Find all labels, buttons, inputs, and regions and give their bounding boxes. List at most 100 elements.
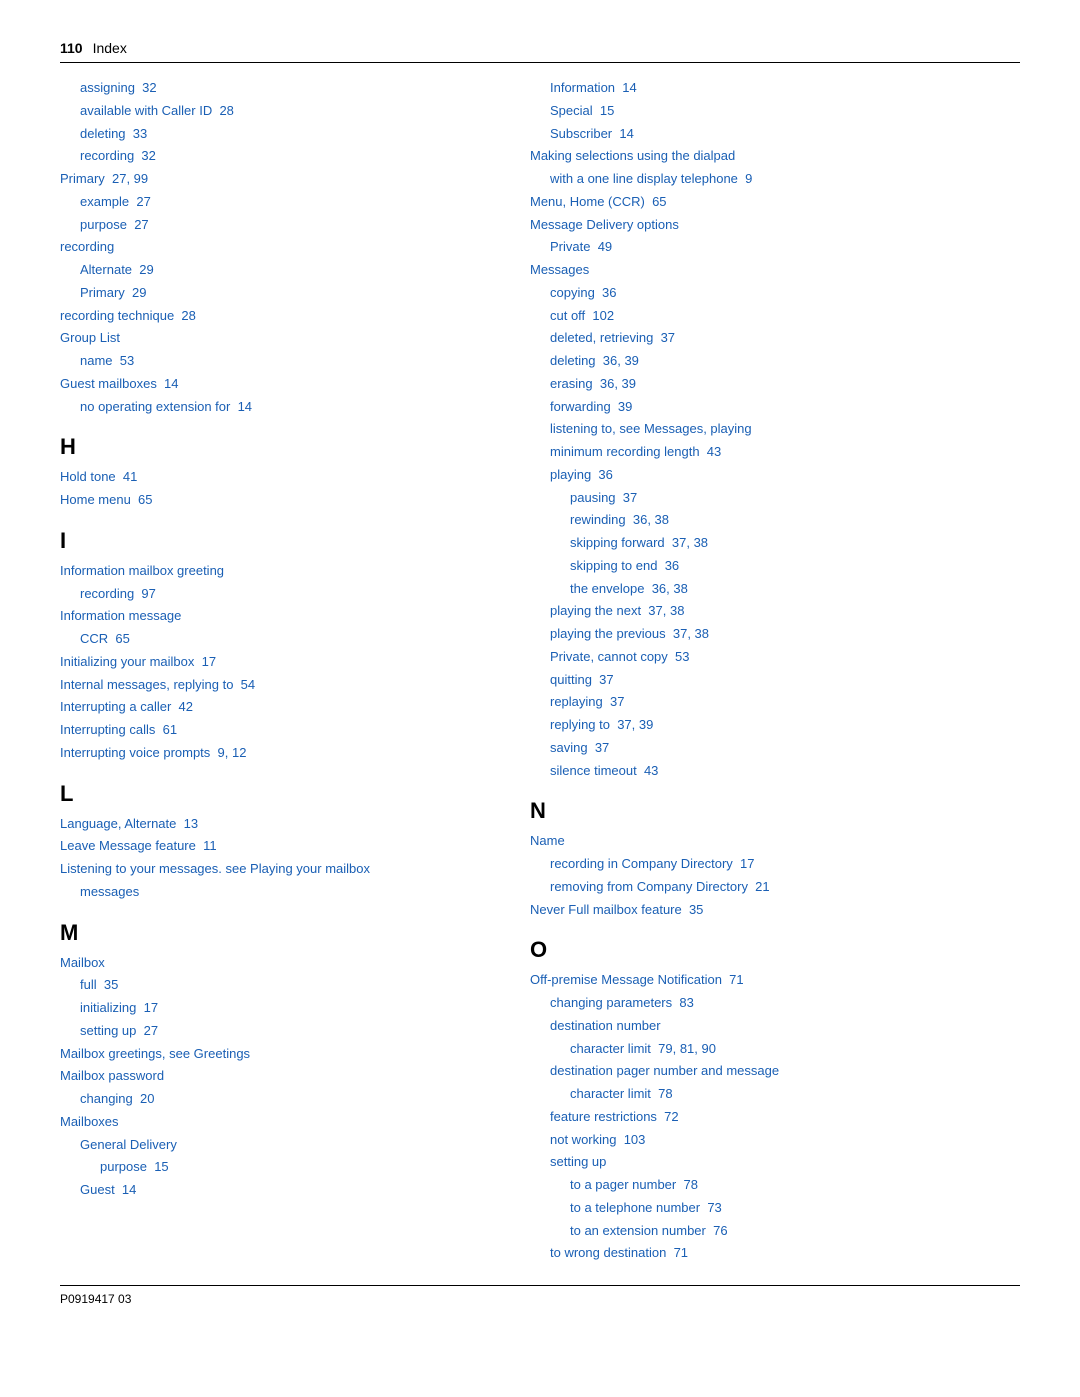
right-column: Information 14 Special 15 Subscriber 14 … [520, 77, 1020, 1265]
list-item: replying to 37, 39 [550, 714, 1020, 737]
list-item: minimum recording length 43 [550, 441, 1020, 464]
list-item: skipping to end 36 [570, 555, 1020, 578]
list-item: character limit 78 [570, 1083, 1020, 1106]
list-item: full 35 [80, 974, 490, 997]
list-item: Private 49 [550, 236, 1020, 259]
list-item: playing the previous 37, 38 [550, 623, 1020, 646]
list-item: feature restrictions 72 [550, 1106, 1020, 1129]
page: 110 Index assigning 32 available with Ca… [0, 0, 1080, 1397]
list-item: listening to, see Messages, playing [550, 418, 1020, 441]
list-item: Guest 14 [80, 1179, 490, 1202]
list-item: CCR 65 [80, 628, 490, 651]
list-item: Interrupting calls 61 [60, 719, 490, 742]
list-item: assigning 32 [80, 77, 490, 100]
list-item: recording in Company Directory 17 [550, 853, 1020, 876]
mailboxes-continued: Information 14 Special 15 Subscriber 14 … [530, 77, 1020, 782]
left-column: assigning 32 available with Caller ID 28… [60, 77, 520, 1265]
list-item: Name [530, 830, 1020, 853]
list-item: Mailbox greetings, see Greetings [60, 1043, 490, 1066]
list-item: Mailbox [60, 952, 490, 975]
section-l-entries: Language, Alternate 13 Leave Message fea… [60, 813, 490, 904]
list-item: Initializing your mailbox 17 [60, 651, 490, 674]
page-number: 110 [60, 40, 83, 56]
list-item: Message Delivery options [530, 214, 1020, 237]
list-item: Language, Alternate 13 [60, 813, 490, 836]
list-item: skipping forward 37, 38 [570, 532, 1020, 555]
list-item: erasing 36, 39 [550, 373, 1020, 396]
list-item: Private, cannot copy 53 [550, 646, 1020, 669]
list-item: setting up [550, 1151, 1020, 1174]
list-item: Information mailbox greeting [60, 560, 490, 583]
list-item: available with Caller ID 28 [80, 100, 490, 123]
section-i-entries: Information mailbox greeting recording 9… [60, 560, 490, 765]
list-item: to a telephone number 73 [570, 1197, 1020, 1220]
list-item: Messages [530, 259, 1020, 282]
list-item: Primary 27, 99 [60, 168, 490, 191]
index-columns: assigning 32 available with Caller ID 28… [60, 77, 1020, 1265]
list-item: not working 103 [550, 1129, 1020, 1152]
list-item: General Delivery [80, 1134, 490, 1157]
list-item: Subscriber 14 [550, 123, 1020, 146]
list-item: to a pager number 78 [570, 1174, 1020, 1197]
list-item: Interrupting voice prompts 9, 12 [60, 742, 490, 765]
section-o-heading: O [530, 937, 1020, 963]
section-title: Index [93, 40, 127, 56]
section-n-entries: Name recording in Company Directory 17 r… [530, 830, 1020, 921]
list-item: Menu, Home (CCR) 65 [530, 191, 1020, 214]
list-item: Making selections using the dialpad [530, 145, 1020, 168]
section-i-heading: I [60, 528, 490, 554]
list-item: Alternate 29 [80, 259, 490, 282]
list-item: Guest mailboxes 14 [60, 373, 490, 396]
list-item: Primary 29 [80, 282, 490, 305]
list-item: Never Full mailbox feature 35 [530, 899, 1020, 922]
entry-group-top: assigning 32 available with Caller ID 28… [60, 77, 490, 418]
section-m-heading: M [60, 920, 490, 946]
top-bar: 110 Index [60, 40, 1020, 63]
list-item: recording 97 [80, 583, 490, 606]
list-item: name 53 [80, 350, 490, 373]
footer: P0919417 03 [60, 1285, 1020, 1306]
list-item: pausing 37 [570, 487, 1020, 510]
list-item: recording 32 [80, 145, 490, 168]
list-item: deleted, retrieving 37 [550, 327, 1020, 350]
list-item: no operating extension for 14 [80, 396, 490, 419]
section-l-heading: L [60, 781, 490, 807]
list-item: playing 36 [550, 464, 1020, 487]
footer-label: P0919417 03 [60, 1292, 131, 1306]
list-item: setting up 27 [80, 1020, 490, 1043]
list-item: initializing 17 [80, 997, 490, 1020]
list-item: recording [60, 236, 490, 259]
list-item: changing 20 [80, 1088, 490, 1111]
list-item: Hold tone 41 [60, 466, 490, 489]
list-item: the envelope 36, 38 [570, 578, 1020, 601]
list-item: changing parameters 83 [550, 992, 1020, 1015]
section-m-entries: Mailbox full 35 initializing 17 setting … [60, 952, 490, 1202]
list-item: recording technique 28 [60, 305, 490, 328]
list-item: Mailbox password [60, 1065, 490, 1088]
list-item: silence timeout 43 [550, 760, 1020, 783]
list-item: destination number [550, 1015, 1020, 1038]
list-item: Home menu 65 [60, 489, 490, 512]
list-item: rewinding 36, 38 [570, 509, 1020, 532]
list-item: character limit 79, 81, 90 [570, 1038, 1020, 1061]
list-item: purpose 15 [100, 1156, 490, 1179]
list-item: to wrong destination 71 [550, 1242, 1020, 1265]
list-item: removing from Company Directory 21 [550, 876, 1020, 899]
list-item: replaying 37 [550, 691, 1020, 714]
list-item: Leave Message feature 11 [60, 835, 490, 858]
list-item: forwarding 39 [550, 396, 1020, 419]
list-item: Group List [60, 327, 490, 350]
list-item: messages [80, 881, 490, 904]
list-item: Information message [60, 605, 490, 628]
list-item: Internal messages, replying to 54 [60, 674, 490, 697]
section-o-entries: Off-premise Message Notification 71 chan… [530, 969, 1020, 1265]
list-item: deleting 33 [80, 123, 490, 146]
list-item: Special 15 [550, 100, 1020, 123]
list-item: saving 37 [550, 737, 1020, 760]
section-h-entries: Hold tone 41 Home menu 65 [60, 466, 490, 512]
list-item: Interrupting a caller 42 [60, 696, 490, 719]
section-h-heading: H [60, 434, 490, 460]
list-item: to an extension number 76 [570, 1220, 1020, 1243]
list-item: example 27 [80, 191, 490, 214]
list-item: purpose 27 [80, 214, 490, 237]
